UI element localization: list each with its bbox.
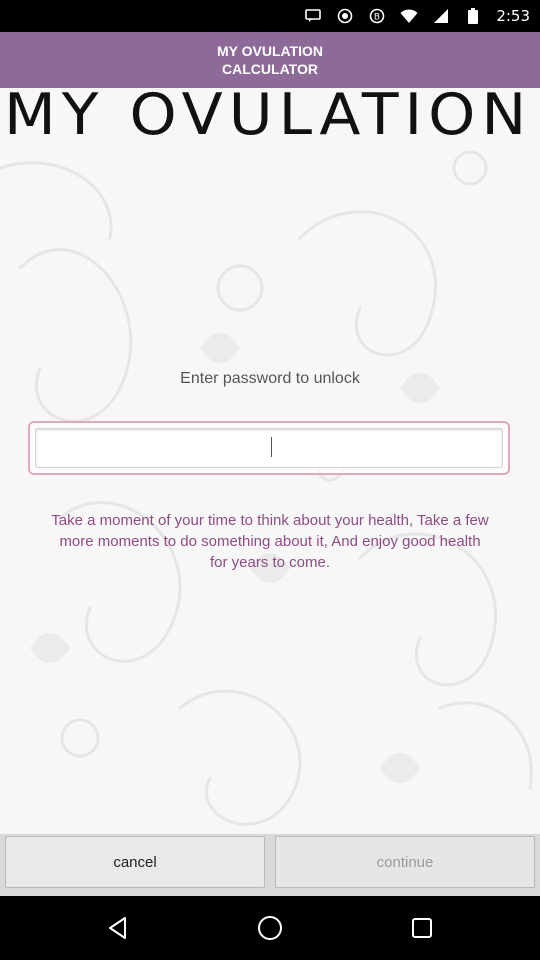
- svg-text:B: B: [374, 13, 380, 23]
- status-time: 2:53: [496, 7, 530, 25]
- recents-icon[interactable]: [407, 913, 437, 943]
- password-prompt: Enter password to unlock: [180, 370, 360, 387]
- back-icon[interactable]: [103, 913, 133, 943]
- password-frame: [28, 421, 510, 475]
- status-icons: B 2:53: [304, 0, 530, 32]
- password-input[interactable]: [35, 428, 503, 468]
- app-title: MY OVULATION CALCULATOR: [216, 43, 324, 77]
- status-bar: B 2:53: [0, 0, 540, 32]
- message-icon: [304, 7, 322, 25]
- wifi-icon: [400, 7, 418, 25]
- signal-icon: [432, 7, 450, 25]
- health-message: Take a moment of your time to think abou…: [51, 512, 489, 571]
- text-cursor: [271, 437, 272, 457]
- battery-icon: [464, 7, 482, 25]
- button-bar: cancel continue: [0, 834, 540, 896]
- bitcoin-icon: B: [368, 7, 386, 25]
- record-icon: [336, 7, 354, 25]
- navigation-bar: [0, 896, 540, 960]
- app-header: MY OVULATION CALCULATOR: [0, 32, 540, 88]
- home-icon[interactable]: [255, 913, 285, 943]
- cancel-button[interactable]: cancel: [5, 836, 265, 888]
- content-area: MY OVULATION Enter password to unlock Ta…: [0, 88, 540, 834]
- banner-title: MY OVULATION: [4, 88, 533, 149]
- continue-button[interactable]: continue: [275, 836, 535, 888]
